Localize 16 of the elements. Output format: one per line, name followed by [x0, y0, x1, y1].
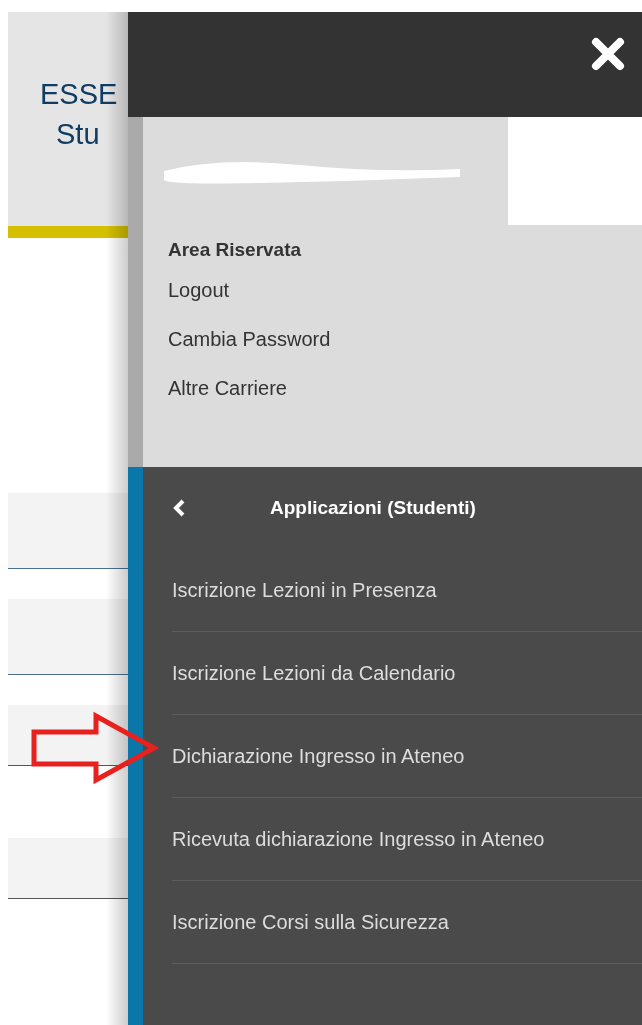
back-button[interactable] — [172, 498, 186, 518]
account-link[interactable]: Altre Carriere — [168, 377, 642, 400]
section-heading: Area Riservata — [168, 239, 303, 261]
menu-item[interactable]: Dichiarazione Ingresso in Ateneo — [172, 715, 642, 798]
account-link[interactable]: Cambia Password — [168, 328, 642, 351]
page-title: ESSE — [40, 77, 118, 112]
close-icon — [590, 35, 626, 72]
account-link[interactable]: Logout — [168, 279, 642, 302]
menu-item[interactable]: Ricevuta dichiarazione Ingresso in Ateneo — [172, 798, 642, 881]
close-button[interactable] — [590, 35, 626, 72]
page-title: Stu — [56, 117, 100, 152]
chevron-left-icon — [172, 498, 186, 518]
menu-title: Applicazioni (Studenti) — [270, 497, 476, 519]
menu-item[interactable]: Iscrizione Lezioni in Presenza — [172, 549, 642, 632]
menu-item[interactable]: Iscrizione Lezioni da Calendario — [172, 632, 642, 715]
menu-item[interactable]: Iscrizione Corsi sulla Sicurezza — [172, 881, 642, 964]
